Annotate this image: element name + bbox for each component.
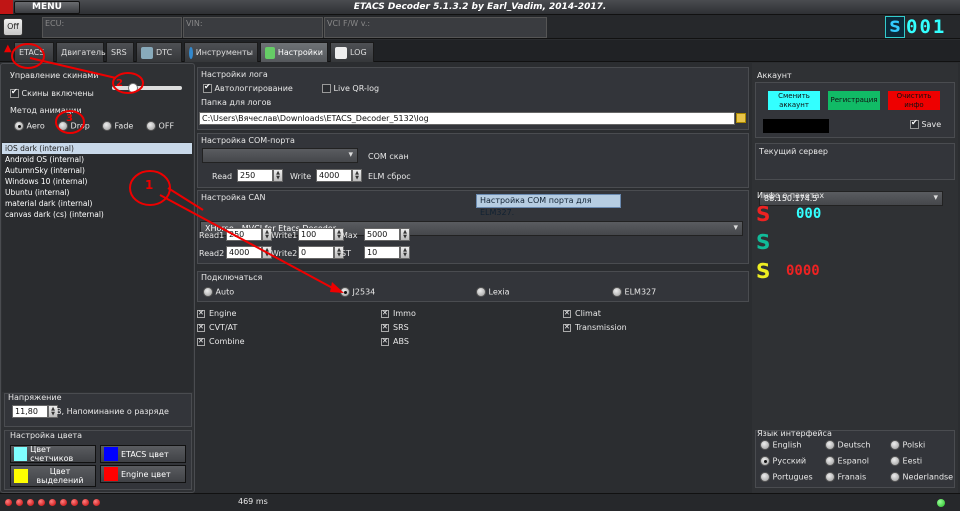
annotation-arrow: [29, 57, 117, 79]
annotation-arrowhead: [330, 282, 344, 293]
annotation-overlay: [11, 43, 344, 293]
annotation-label-1: 1: [145, 178, 154, 192]
annotation-label-3: 3: [66, 113, 73, 124]
annotation-arrow: [167, 187, 204, 211]
annotation-arrow: [159, 194, 341, 293]
annotation-label-2: 2: [116, 78, 123, 89]
annotation-ellipse: [11, 43, 45, 69]
